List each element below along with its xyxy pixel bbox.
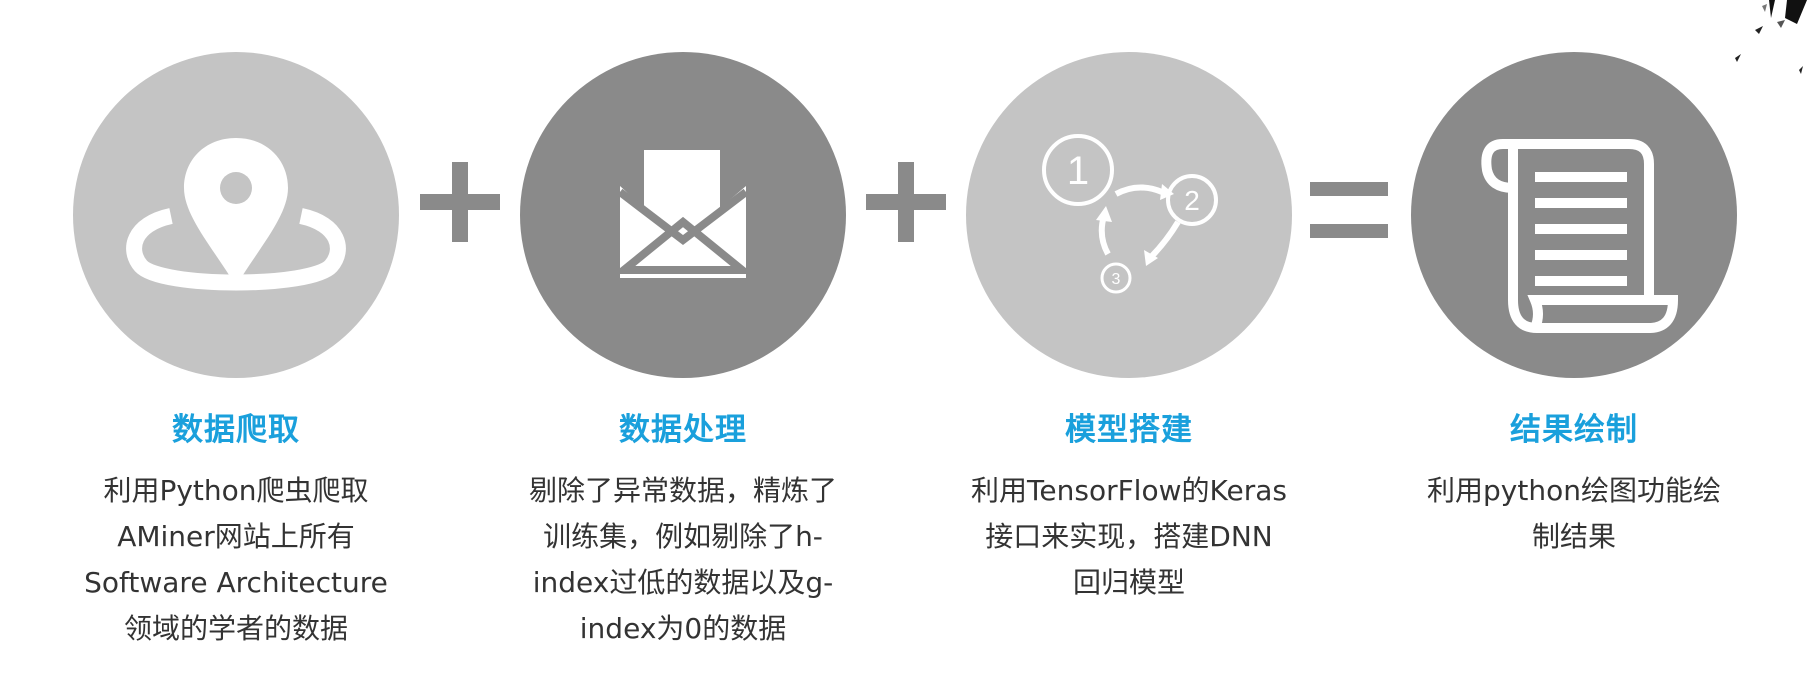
description-line: 接口来实现，搭建DNN <box>985 520 1273 553</box>
step-circle <box>1411 52 1737 378</box>
step-description: 剔除了异常数据，精炼了 训练集，例如剔除了h- index过低的数据以及g- i… <box>473 468 893 652</box>
step-description: 利用TensorFlow的Keras 接口来实现，搭建DNN 回归模型 <box>919 468 1339 606</box>
step-title: 数据爬取 <box>172 412 300 448</box>
description-line: 领域的学者的数据 <box>123 612 348 645</box>
step-circle <box>520 52 846 378</box>
open-envelope-document-icon <box>612 150 754 278</box>
plus-icon <box>866 162 946 242</box>
description-line: AMiner网站上所有 <box>117 520 355 553</box>
step-circle <box>73 52 399 378</box>
description-line: 制结果 <box>1531 520 1616 553</box>
step-circle: 1 2 3 <box>966 52 1292 378</box>
description-line: 回归模型 <box>1072 566 1185 599</box>
step-title: 结果绘制 <box>1510 412 1638 448</box>
step-title: 数据处理 <box>619 412 747 448</box>
description-line: Software Architecture <box>84 566 388 599</box>
description-line: index为0的数据 <box>579 612 787 645</box>
cycle-number-2: 2 <box>1184 185 1200 216</box>
equals-icon <box>1310 182 1388 238</box>
cycle-number-3: 3 <box>1112 271 1121 288</box>
step-description: 利用python绘图功能绘 制结果 <box>1364 468 1784 560</box>
description-line: index过低的数据以及g- <box>532 566 834 599</box>
scroll-icon <box>1481 139 1679 333</box>
description-line: 利用python绘图功能绘 <box>1427 474 1721 507</box>
step-description: 利用Python爬虫爬取 AMiner网站上所有 Software Archit… <box>26 468 446 652</box>
description-line: 利用TensorFlow的Keras <box>971 474 1287 507</box>
description-line: 利用Python爬虫爬取 <box>103 474 369 507</box>
description-line: 剔除了异常数据，精炼了 <box>528 474 837 507</box>
numbered-cycle-icon: 1 2 3 <box>1042 134 1218 294</box>
step-title: 模型搭建 <box>1065 412 1193 448</box>
map-pin-icon <box>126 138 346 291</box>
plus-icon <box>420 162 500 242</box>
description-line: 训练集，例如剔除了h- <box>543 520 823 553</box>
cycle-number-1: 1 <box>1067 149 1089 193</box>
